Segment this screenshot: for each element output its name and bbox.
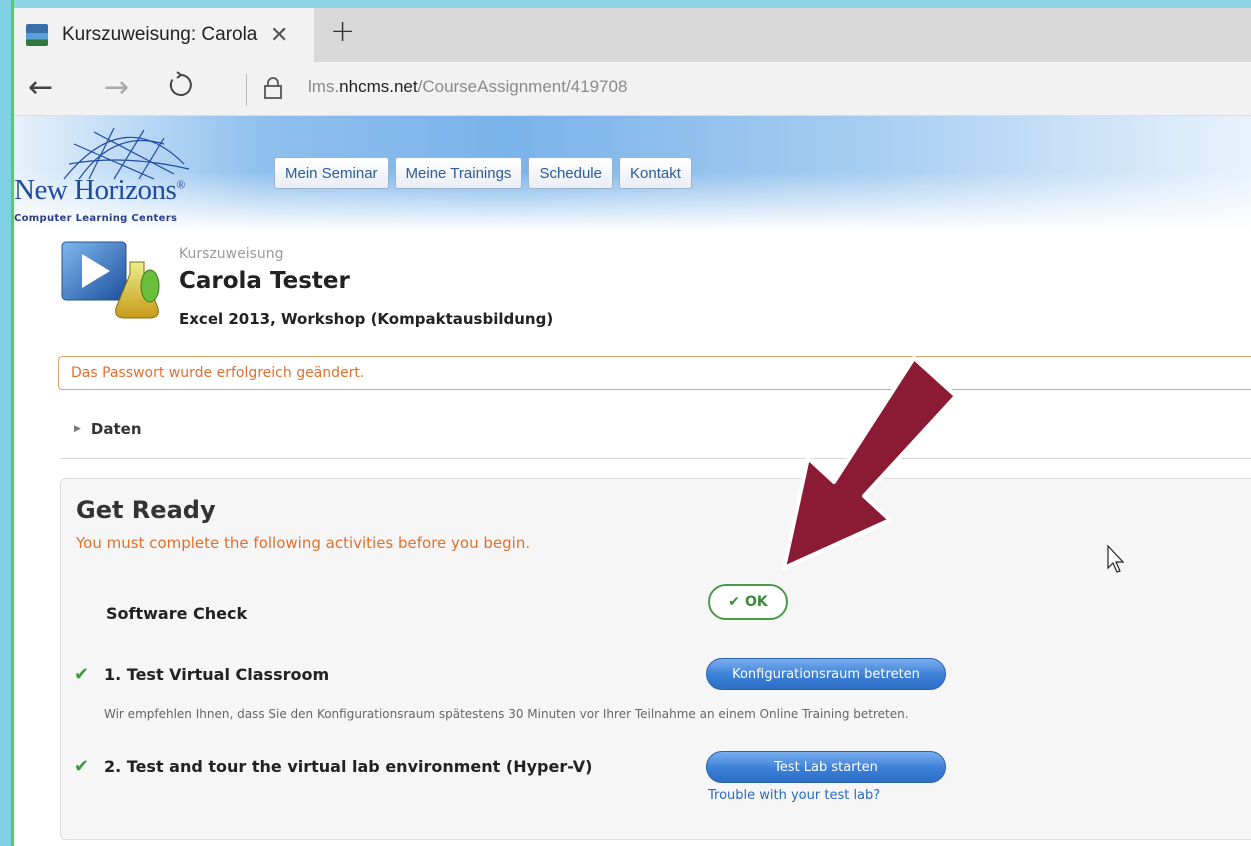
address-bar: ← → lms.nhcms.net/CourseAssignment/41970… <box>14 62 1251 116</box>
forward-arrow-icon[interactable]: → <box>104 70 129 105</box>
refresh-icon-svg <box>169 71 192 96</box>
start-test-lab-button[interactable]: Test Lab starten <box>706 751 946 783</box>
browser-window: Kurszuweisung: Carola T ✕ + ← → lms.nhcm… <box>14 0 1251 846</box>
step1-label: 1. Test Virtual Classroom <box>104 665 330 684</box>
url-path: /CourseAssignment/419708 <box>417 77 628 96</box>
url-prefix: lms. <box>308 77 340 96</box>
url-host: nhcms.net <box>339 77 418 96</box>
software-check-status: OK <box>744 594 768 610</box>
new-horizons-logo[interactable]: New Horizons® Computer Learning Centers <box>14 124 224 228</box>
page-eyebrow: Kurszuweisung <box>179 246 284 262</box>
daten-label: Daten <box>90 420 142 438</box>
tab-close-icon[interactable]: ✕ <box>270 23 288 48</box>
step1-description: Wir empfehlen Ihnen, dass Sie den Konfig… <box>104 707 909 721</box>
url-field[interactable]: lms.nhcms.net/CourseAssignment/419708 <box>308 77 627 97</box>
refresh-icon[interactable] <box>164 68 198 110</box>
enter-config-room-button[interactable]: Konfigurationsraum betreten <box>706 658 946 690</box>
course-name: Excel 2013, Workshop (Kompaktausbildung) <box>179 310 554 328</box>
top-navigation: Mein Seminar Meine Trainings Schedule Ko… <box>274 157 692 189</box>
logo-wordmark: New Horizons® <box>14 174 185 207</box>
get-ready-title: Get Ready <box>76 496 216 524</box>
logo-tagline: Computer Learning Centers <box>14 213 178 224</box>
nav-meine-trainings[interactable]: Meine Trainings <box>394 157 523 189</box>
annotation-arrow <box>782 356 958 570</box>
back-arrow-icon[interactable]: ← <box>28 70 53 105</box>
nav-kontakt[interactable]: Kontakt <box>619 157 692 189</box>
daten-divider <box>60 458 1251 459</box>
password-changed-alert: Das Passwort wurde erfolgreich geändert. <box>58 356 1251 390</box>
new-tab-icon[interactable]: + <box>330 14 355 49</box>
step1-check-icon: ✔ <box>74 664 90 685</box>
tab-title: Kurszuweisung: Carola T <box>62 24 262 45</box>
site-header: New Horizons® Computer Learning Centers … <box>14 116 1251 231</box>
get-ready-panel <box>60 478 1251 840</box>
lock-icon <box>264 77 282 99</box>
software-check-label: Software Check <box>106 604 248 623</box>
site-favicon-icon <box>26 24 48 46</box>
mouse-cursor-icon <box>1107 544 1125 573</box>
daten-expander[interactable]: ▶ Daten <box>74 420 142 438</box>
step2-label: 2. Test and tour the virtual lab environ… <box>104 757 593 776</box>
logo-name: New Horizons <box>14 174 177 206</box>
tab-bar: Kurszuweisung: Carola T ✕ + <box>14 0 1251 62</box>
course-media-icon <box>61 241 160 319</box>
browser-tab-active[interactable]: Kurszuweisung: Carola T ✕ <box>14 8 314 62</box>
titlebar-strip <box>14 0 1251 8</box>
logo-registered-mark: ® <box>176 177 185 192</box>
window-edge-accent <box>0 0 14 846</box>
trouble-test-lab-link[interactable]: Trouble with your test lab? <box>708 788 880 803</box>
step2-check-icon: ✔ <box>74 756 90 777</box>
student-name: Carola Tester <box>179 268 350 294</box>
get-ready-subtitle: You must complete the following activiti… <box>76 534 531 552</box>
nav-mein-seminar[interactable]: Mein Seminar <box>274 157 389 189</box>
nav-schedule[interactable]: Schedule <box>528 157 613 189</box>
address-separator <box>246 74 247 106</box>
check-icon: ✔ <box>728 594 740 610</box>
expand-caret-icon: ▶ <box>74 424 81 434</box>
software-check-status-badge: ✔ OK <box>708 584 788 620</box>
